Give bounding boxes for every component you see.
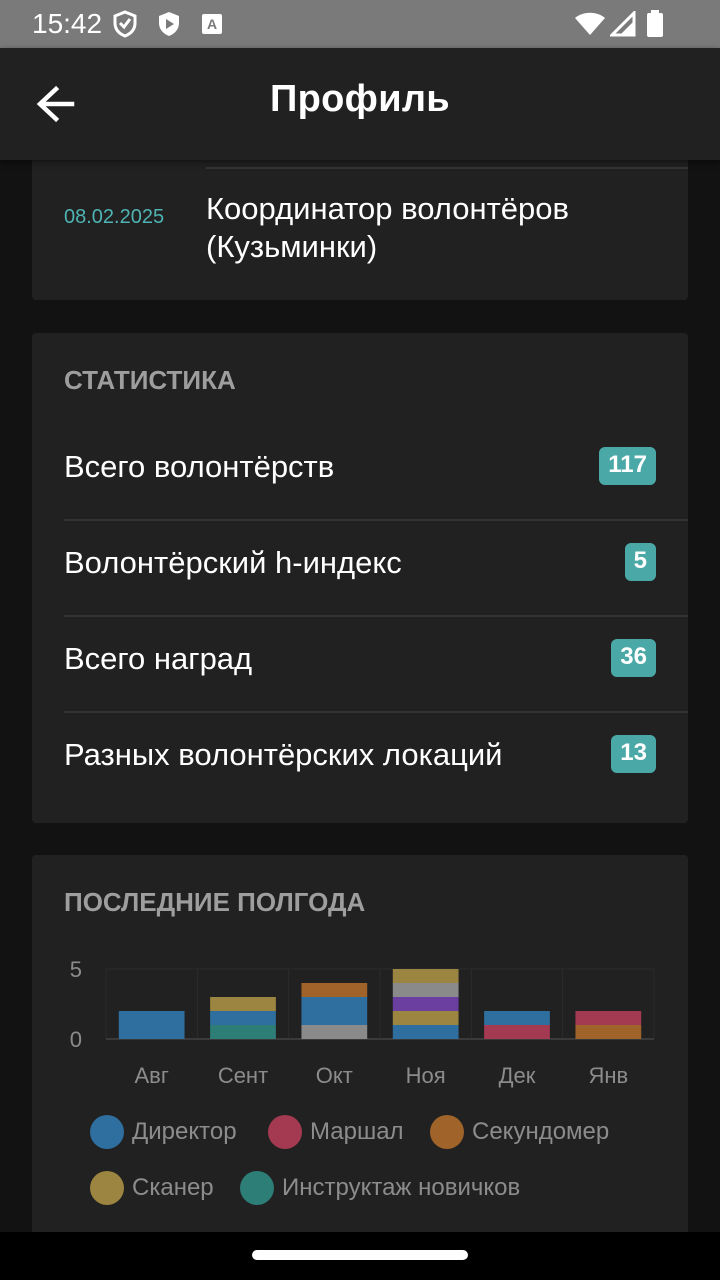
x-tick-label: Сент <box>218 1063 268 1088</box>
navigation-bar <box>0 1232 720 1280</box>
wifi-icon <box>574 10 606 38</box>
half-year-card: ПОСЛЕДНИЕ ПОЛГОДА 5 0 Авг Сент Окт Ноя Дек Янв … <box>32 855 688 1232</box>
legend-item: Директор <box>90 1115 237 1149</box>
half-year-chart: 5 0 Авг Сент Окт Ноя Дек Янв <box>70 957 655 1088</box>
x-tick-label: Авг <box>134 1063 168 1088</box>
x-tick-label: Дек <box>499 1063 536 1088</box>
svg-text:A: A <box>207 16 217 32</box>
bar-segment <box>301 1025 368 1039</box>
bar-segment <box>575 1011 642 1025</box>
legend-label: Сканер <box>132 1174 214 1201</box>
y-tick-label: 0 <box>70 1027 82 1052</box>
status-bar: 15:42 A <box>0 0 720 48</box>
stat-badge: 5 <box>624 543 656 581</box>
bar-segment <box>484 1011 550 1025</box>
bar-segment <box>392 997 459 1011</box>
font-icon: A <box>200 10 224 38</box>
stat-row: Всего волонтёрств 117 <box>64 423 688 521</box>
bar-segment <box>392 969 459 983</box>
stat-badge: 36 <box>611 639 656 677</box>
role-name: Координатор волонтёров (Кузьминки) <box>206 190 666 266</box>
role-name-line: Координатор волонтёров <box>206 191 569 226</box>
stat-row: Всего наград 36 <box>64 615 688 713</box>
legend-item: Инструктаж новичков <box>240 1171 520 1205</box>
bar-segment <box>484 1025 550 1039</box>
stat-badge: 13 <box>611 735 656 773</box>
y-tick-label: 5 <box>70 957 82 982</box>
stat-label: Всего волонтёрств <box>64 449 335 484</box>
status-time: 15:42 <box>32 8 103 39</box>
legend-item: Сканер <box>90 1171 214 1205</box>
half-year-title: ПОСЛЕДНИЕ ПОЛГОДА <box>64 887 366 917</box>
x-tick-label: Янв <box>588 1063 628 1088</box>
bar-segment <box>392 1011 459 1025</box>
stat-label: Разных волонтёрских локаций <box>64 737 503 772</box>
legend-label: Маршал <box>310 1118 404 1145</box>
signal-icon <box>610 10 636 38</box>
play-store-icon <box>156 10 182 38</box>
stat-row: Волонтёрский h-индекс 5 <box>64 519 688 617</box>
x-tick-label: Ноя <box>406 1063 446 1088</box>
profile-content[interactable]: 08.02.2025 Координатор волонтёров (Кузьм… <box>0 160 720 1232</box>
bar-segment <box>575 1025 642 1039</box>
legend-swatch <box>90 1115 124 1149</box>
app-bar: Профиль <box>0 48 720 160</box>
legend-label: Директор <box>132 1118 237 1145</box>
legend-swatch <box>430 1115 464 1149</box>
bar-segment <box>210 1025 276 1039</box>
legend-label: Инструктаж новичков <box>282 1174 521 1201</box>
bar-segment <box>392 983 459 997</box>
bar-segment <box>301 997 368 1025</box>
bar-segment <box>392 1025 459 1039</box>
bar-segment <box>301 983 368 997</box>
home-gesture-handle[interactable] <box>252 1250 468 1260</box>
stat-badge: 117 <box>599 447 656 485</box>
legend-item: Секундомер <box>430 1115 609 1149</box>
legend-label: Секундомер <box>472 1118 610 1145</box>
legend-swatch <box>90 1171 124 1205</box>
legend-swatch <box>268 1115 302 1149</box>
stat-label: Волонтёрский h-индекс <box>64 545 402 580</box>
shield-icon <box>112 10 138 38</box>
battery-icon <box>646 10 664 38</box>
role-name-line: (Кузьминки) <box>206 229 378 264</box>
x-tick-label: Окт <box>316 1063 353 1088</box>
stat-row: Разных волонтёрских локаций 13 <box>64 711 688 807</box>
legend-swatch <box>240 1171 274 1205</box>
statistics-title: СТАТИСТИКА <box>64 365 236 395</box>
legend-item: Маршал <box>268 1115 404 1149</box>
divider <box>206 167 688 169</box>
bar-segment <box>210 997 276 1011</box>
statistics-card: СТАТИСТИКА Всего волонтёрств 117 Волонтё… <box>32 333 688 823</box>
page-title: Профиль <box>270 78 450 120</box>
bar-segment <box>118 1011 185 1039</box>
stat-label: Всего наград <box>64 641 253 676</box>
role-date: 08.02.2025 <box>64 206 165 228</box>
bar-segment <box>210 1011 276 1025</box>
role-card: 08.02.2025 Координатор волонтёров (Кузьм… <box>32 160 688 300</box>
